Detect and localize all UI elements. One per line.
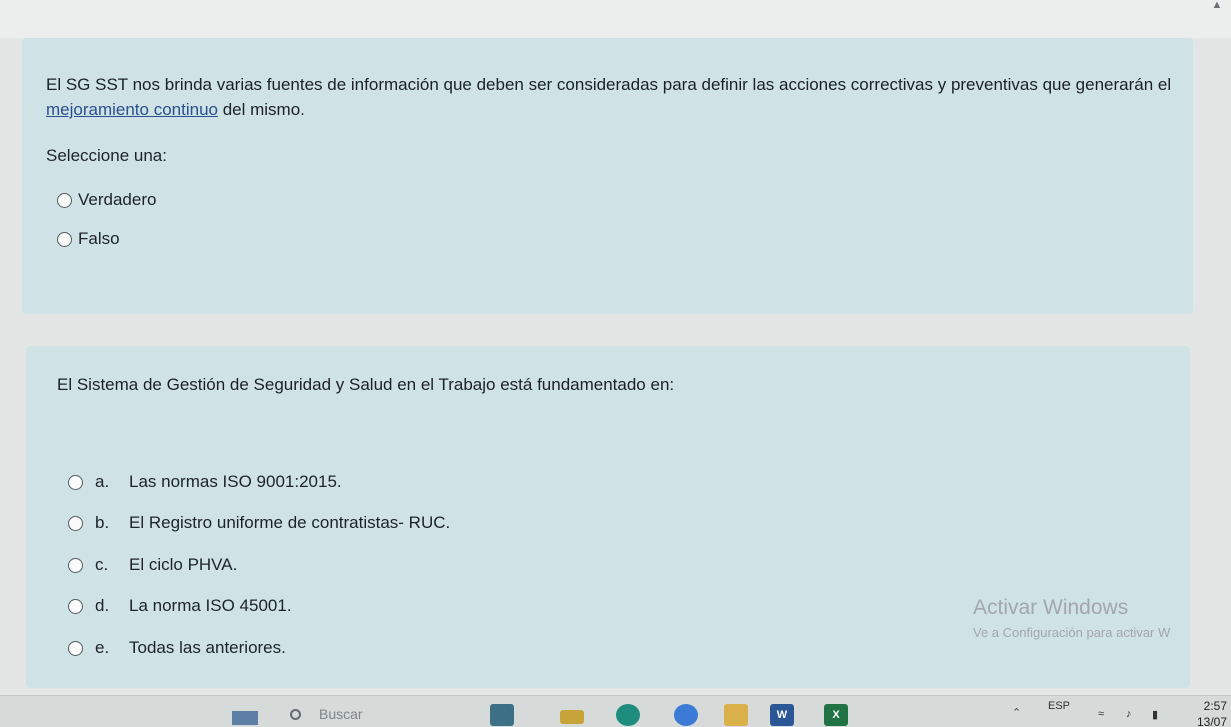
scroll-up-icon[interactable]: ▲	[1209, 0, 1225, 11]
option-d[interactable]: d. La norma ISO 45001.	[68, 596, 292, 616]
option-b[interactable]: b. El Registro uniforme de contratistas-…	[68, 513, 450, 533]
chevron-up-icon[interactable]: ⌃	[1012, 706, 1021, 719]
question-text: El SG SST nos brinda varias fuentes de i…	[46, 72, 1176, 122]
activation-watermark-subtitle: Ve a Configuración para activar W	[973, 625, 1171, 640]
question-text-end: del mismo.	[217, 100, 305, 119]
radio-button[interactable]	[68, 515, 83, 531]
option-letter: c.	[95, 555, 109, 574]
chrome-icon[interactable]	[674, 704, 698, 726]
option-c[interactable]: c. El ciclo PHVA.	[68, 555, 237, 575]
excel-icon[interactable]: X	[824, 704, 848, 726]
option-label: Todas las anteriores.	[129, 638, 286, 657]
windows-start-icon[interactable]	[232, 711, 258, 725]
search-placeholder: Buscar	[319, 706, 363, 722]
option-e[interactable]: e. Todas las anteriores.	[68, 638, 286, 658]
battery-icon[interactable]: ▮	[1152, 708, 1158, 721]
activation-watermark-title: Activar Windows	[973, 596, 1129, 619]
search-icon	[290, 708, 301, 720]
option-a[interactable]: a. Las normas ISO 9001:2015.	[68, 472, 342, 492]
radio-button[interactable]	[57, 192, 72, 208]
option-false[interactable]: Falso	[57, 229, 120, 249]
radio-button[interactable]	[68, 598, 83, 614]
select-label: Seleccione una:	[46, 146, 167, 165]
radio-button[interactable]	[57, 231, 72, 247]
clock[interactable]: 2:57 13/07	[1197, 698, 1227, 727]
option-label: La norma ISO 45001.	[129, 596, 292, 615]
weather-icon[interactable]	[490, 704, 514, 726]
wifi-icon[interactable]: ≈	[1098, 708, 1104, 720]
radio-button[interactable]	[68, 474, 83, 490]
option-letter: d.	[95, 596, 110, 615]
question-card-1: El SG SST nos brinda varias fuentes de i…	[22, 38, 1193, 314]
option-label: Falso	[78, 229, 120, 248]
top-strip	[0, 0, 1231, 38]
volume-icon[interactable]: ♪	[1126, 708, 1132, 720]
question-text-start: El SG SST nos brinda varias fuentes de i…	[46, 75, 1172, 94]
option-true[interactable]: Verdadero	[57, 190, 156, 210]
option-letter: e.	[95, 638, 110, 657]
option-label: Verdadero	[78, 190, 157, 209]
option-label: El ciclo PHVA.	[129, 555, 238, 574]
folder-icon[interactable]	[724, 704, 748, 726]
question-text: El Sistema de Gestión de Seguridad y Sal…	[57, 375, 675, 394]
language-indicator[interactable]: ESP	[1048, 700, 1070, 712]
glossary-link[interactable]: mejoramiento continuo	[46, 100, 218, 119]
clock-date: 13/07	[1196, 715, 1227, 727]
option-letter: a.	[95, 472, 110, 491]
option-label: Las normas ISO 9001:2015.	[129, 472, 342, 491]
file-explorer-icon[interactable]	[560, 710, 584, 724]
word-icon[interactable]: W	[770, 704, 794, 726]
option-letter: b.	[95, 513, 110, 532]
radio-button[interactable]	[68, 557, 83, 573]
option-label: El Registro uniforme de contratistas- RU…	[129, 513, 451, 532]
radio-button[interactable]	[68, 640, 83, 656]
taskbar: Buscar W X ⌃ ESP ≈ ♪ ▮ 2:57 13/07	[0, 695, 1231, 727]
edge-icon[interactable]	[616, 704, 640, 726]
taskbar-search[interactable]: Buscar	[290, 706, 363, 722]
clock-time: 2:57	[1203, 699, 1227, 713]
